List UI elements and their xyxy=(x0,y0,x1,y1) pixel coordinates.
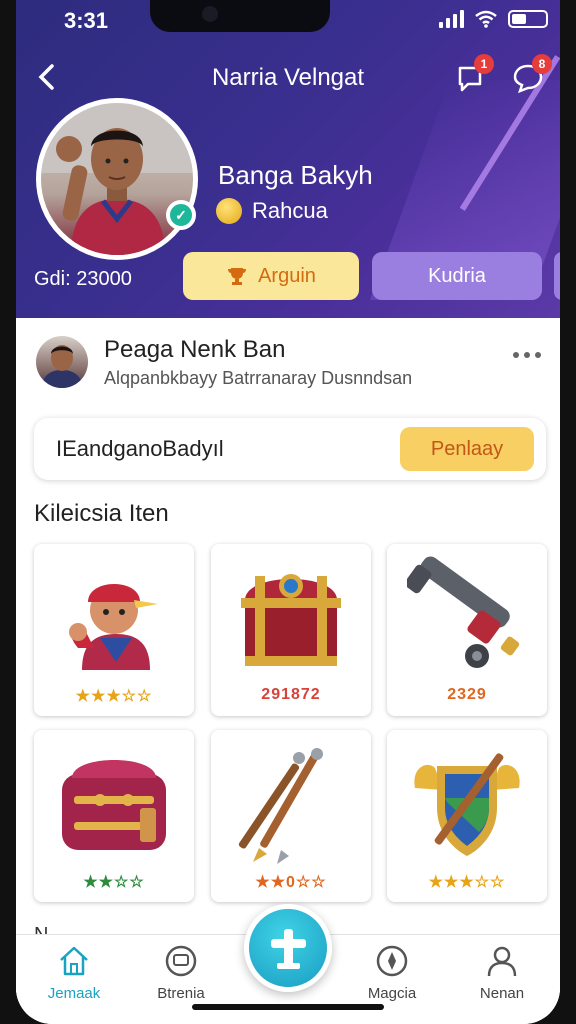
more-options-button[interactable] xyxy=(512,338,542,366)
post-author-photo xyxy=(42,345,82,388)
camera-icon xyxy=(202,6,218,22)
nav-label: Jemaak xyxy=(47,985,101,1002)
item-tile[interactable]: 2329 xyxy=(387,544,547,716)
profile-avatar[interactable] xyxy=(36,98,198,260)
create-button[interactable] xyxy=(244,904,332,992)
search-action-button[interactable]: Penlaay xyxy=(400,427,534,471)
status-time: 3:31 xyxy=(64,8,109,33)
tv-icon xyxy=(165,945,197,977)
battery-icon xyxy=(508,10,548,28)
plus-icon xyxy=(271,929,306,969)
item-tile[interactable]: ★★★☆☆ xyxy=(34,544,194,716)
nav-label: Nenan xyxy=(479,985,525,1002)
scroll-hint-button[interactable] xyxy=(554,252,560,300)
coin-icon xyxy=(216,198,242,224)
player-figurine-icon xyxy=(69,584,158,670)
signal-icon xyxy=(439,10,464,28)
gold-balance: Gdi: 23000 xyxy=(34,268,132,290)
treasure-chest-icon xyxy=(241,574,341,666)
player-photo xyxy=(41,103,193,255)
camera-notch xyxy=(150,0,330,32)
phone-frame: 3:31 Narria Velngat 1 8 ✓ Banga Bakyh Ra… xyxy=(0,0,576,1024)
item-rating: ★★0☆☆ xyxy=(255,874,327,891)
home-icon xyxy=(60,946,88,976)
arrows-icon xyxy=(238,748,323,864)
item-tile[interactable]: 291872 xyxy=(211,544,371,716)
profile-icon xyxy=(487,946,517,977)
item-tile[interactable]: ★★0☆☆ xyxy=(211,730,371,902)
post-avatar[interactable] xyxy=(36,336,88,388)
item-rating: 2329 xyxy=(447,686,487,703)
more-dots-icon xyxy=(513,352,541,358)
nav-label: Btrenia xyxy=(157,985,205,1002)
nav-item-profile[interactable]: Nenan xyxy=(452,944,552,1002)
verified-badge-icon: ✓ xyxy=(166,200,196,230)
nav-item-home[interactable]: Jemaak xyxy=(24,944,124,1002)
item-rating: ★★★☆☆ xyxy=(428,874,506,891)
nav-item-tv[interactable]: Btrenia xyxy=(131,944,231,1002)
primary-action-button[interactable]: Arguin xyxy=(183,252,359,300)
primary-action-label: Arguin xyxy=(258,264,316,287)
app-screen: 3:31 Narria Velngat 1 8 ✓ Banga Bakyh Ra… xyxy=(16,0,560,1024)
notifications-badge: 1 xyxy=(474,54,494,74)
search-input[interactable]: IEandganoBadyıl xyxy=(56,436,224,462)
item-rating: 291872 xyxy=(261,686,321,703)
rank-row: Rahcua xyxy=(216,198,328,224)
items-section-title: Kileicsia Iten xyxy=(34,500,169,527)
shield-emblem-icon xyxy=(414,753,520,856)
messages-button[interactable]: 8 xyxy=(510,54,552,96)
nav-item-compass[interactable]: Magcia xyxy=(342,944,442,1002)
status-icons xyxy=(439,10,548,28)
notifications-button[interactable]: 1 xyxy=(452,54,494,96)
wifi-icon xyxy=(475,10,497,28)
profile-name: Banga Bakyh xyxy=(218,160,373,190)
post-subtitle: Alqpanbkbayy Batrranaray Dusnndsan xyxy=(104,368,413,388)
nav-label: Magcia xyxy=(367,985,417,1002)
secondary-action-label: Kudria xyxy=(428,264,486,287)
compass-icon xyxy=(376,945,408,977)
messages-badge: 8 xyxy=(532,54,552,74)
cannon-icon xyxy=(407,556,520,668)
item-tile[interactable]: ★★★☆☆ xyxy=(387,730,547,902)
trophy-icon xyxy=(228,268,247,285)
post-author-name[interactable]: Peaga Nenk Ban xyxy=(104,336,285,364)
item-rating: ★★☆☆ xyxy=(83,874,145,891)
rank-label: Rahcua xyxy=(252,198,328,223)
secondary-action-button[interactable]: Kudria xyxy=(372,252,542,300)
home-indicator[interactable] xyxy=(192,1004,384,1010)
item-tile[interactable]: ★★☆☆ xyxy=(34,730,194,902)
item-rating: ★★★☆☆ xyxy=(75,688,153,705)
backpack-icon xyxy=(62,760,166,850)
